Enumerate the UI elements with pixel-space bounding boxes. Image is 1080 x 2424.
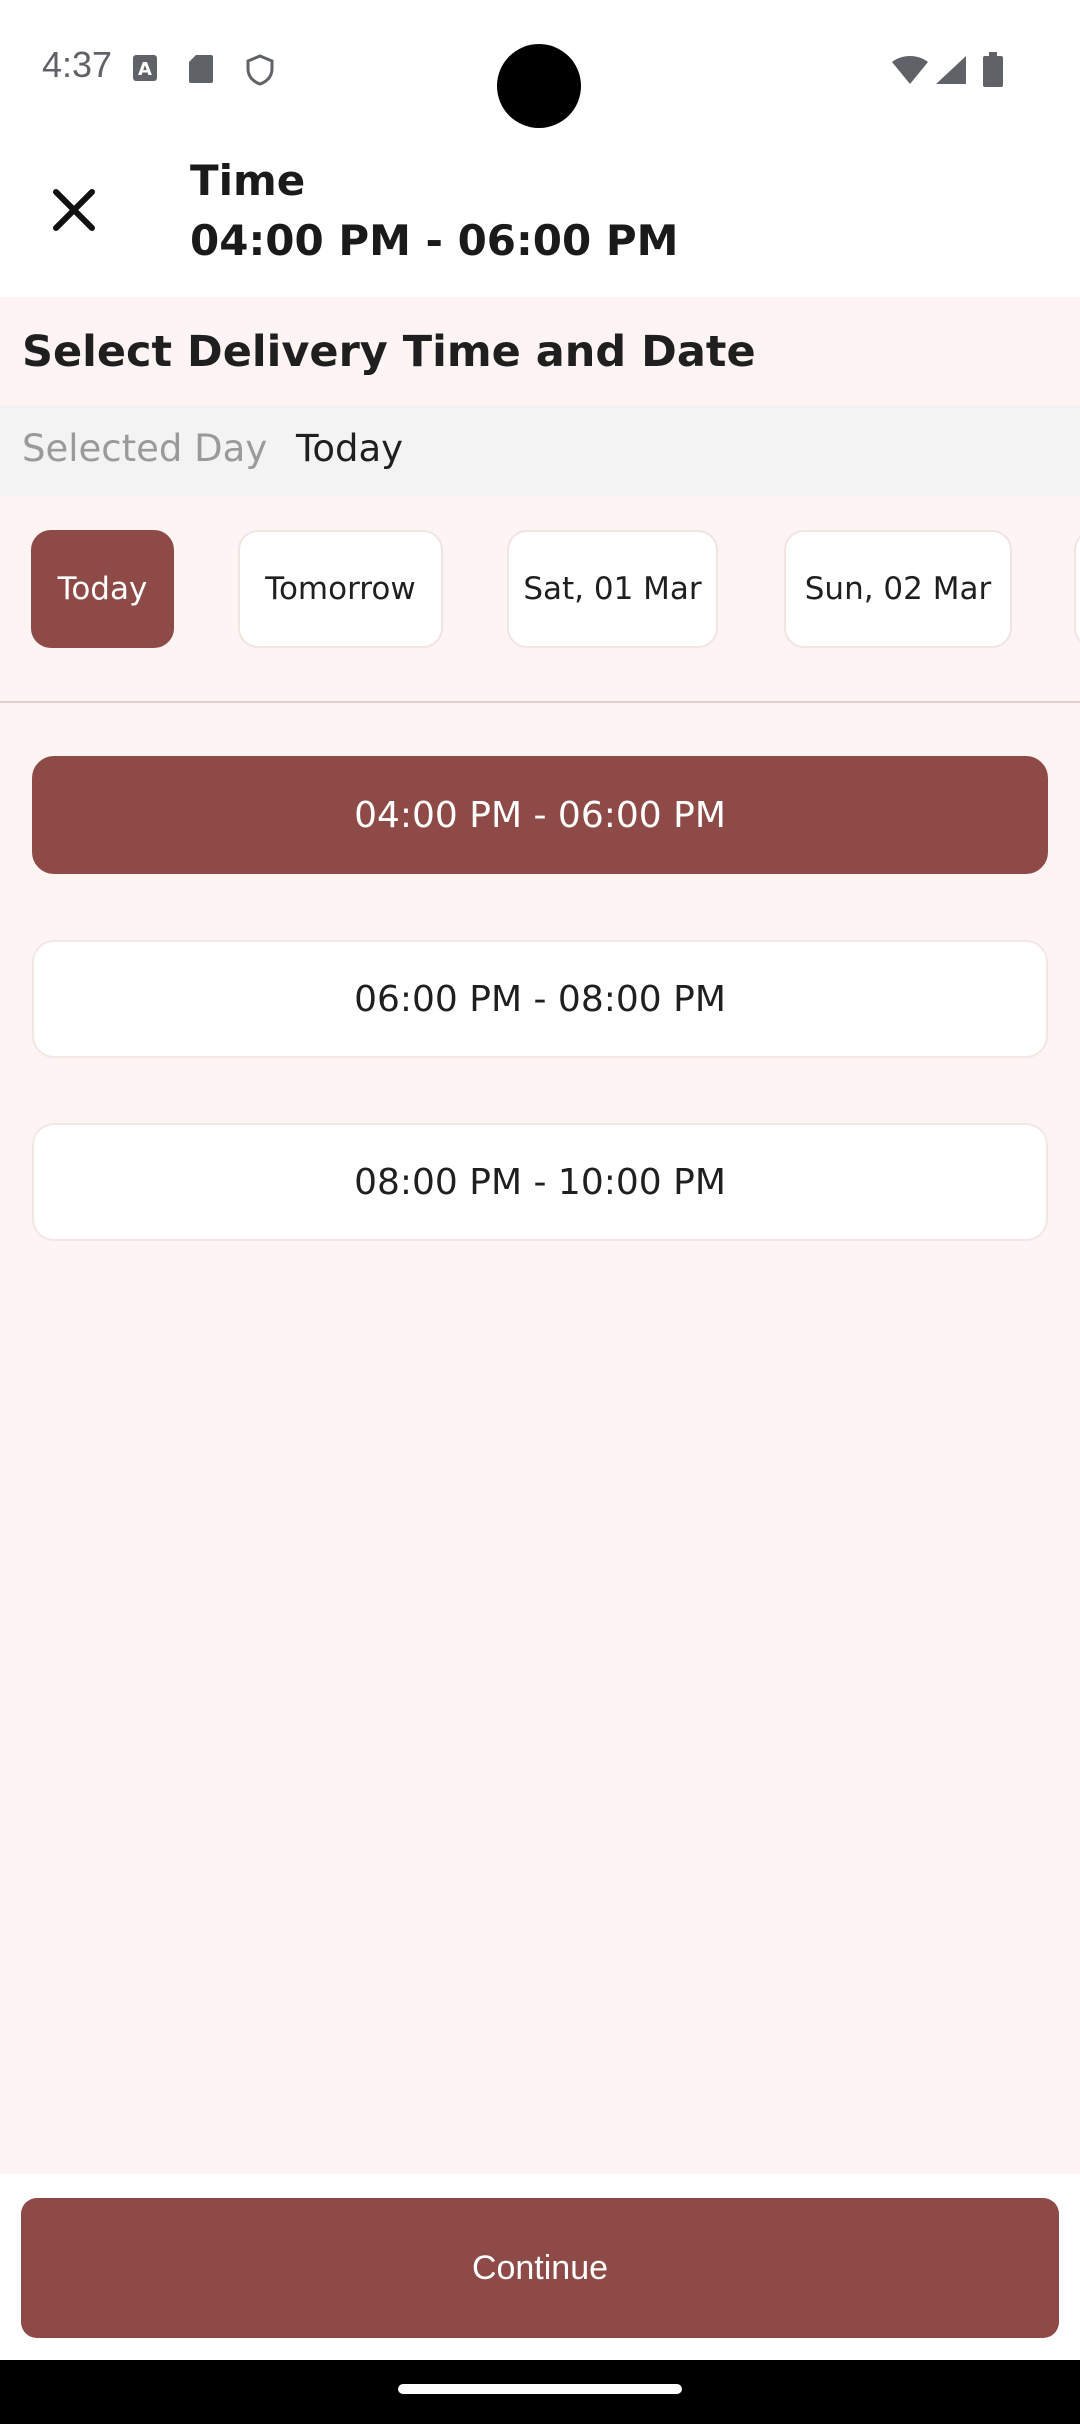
shield-icon	[246, 54, 274, 90]
time-slot-0600-0800[interactable]: 06:00 PM - 08:00 PM	[32, 940, 1048, 1058]
header-title: Time	[190, 156, 306, 205]
divider	[0, 701, 1080, 703]
front-camera	[497, 44, 581, 128]
continue-button[interactable]: Continue	[21, 2198, 1059, 2338]
signal-icon	[934, 54, 968, 90]
delivery-selection-panel: Select Delivery Time and Date Selected D…	[0, 297, 1080, 2174]
close-icon	[52, 188, 96, 236]
day-chip-next-partial[interactable]	[1074, 530, 1080, 648]
close-button[interactable]	[36, 174, 111, 249]
status-time: 4:37	[42, 44, 113, 85]
time-slot-0400-0600[interactable]: 04:00 PM - 06:00 PM	[32, 756, 1048, 874]
selected-day-row: Selected Day Today	[0, 405, 1080, 496]
app-header: Time 04:00 PM - 06:00 PM	[0, 140, 1080, 297]
status-bar: 4:37 A	[0, 0, 1080, 140]
day-chip-today[interactable]: Today	[31, 530, 174, 648]
svg-text:A: A	[138, 59, 152, 80]
footer: Continue	[0, 2174, 1080, 2360]
time-slot-0800-1000[interactable]: 08:00 PM - 10:00 PM	[32, 1123, 1048, 1241]
selected-day-label: Selected Day	[22, 427, 268, 470]
battery-icon	[982, 52, 1004, 92]
selected-day-value: Today	[296, 427, 404, 470]
home-indicator[interactable]	[398, 2384, 682, 2394]
sd-card-icon	[188, 54, 214, 88]
text-a-icon: A	[132, 54, 158, 86]
header-selected-time: 04:00 PM - 06:00 PM	[190, 216, 679, 265]
day-chip-tomorrow[interactable]: Tomorrow	[238, 530, 443, 648]
day-chip-sat-01-mar[interactable]: Sat, 01 Mar	[507, 530, 718, 648]
day-chip-sun-02-mar[interactable]: Sun, 02 Mar	[784, 530, 1012, 648]
wifi-icon	[890, 54, 930, 90]
navigation-bar	[0, 2360, 1080, 2424]
section-title: Select Delivery Time and Date	[22, 327, 756, 377]
